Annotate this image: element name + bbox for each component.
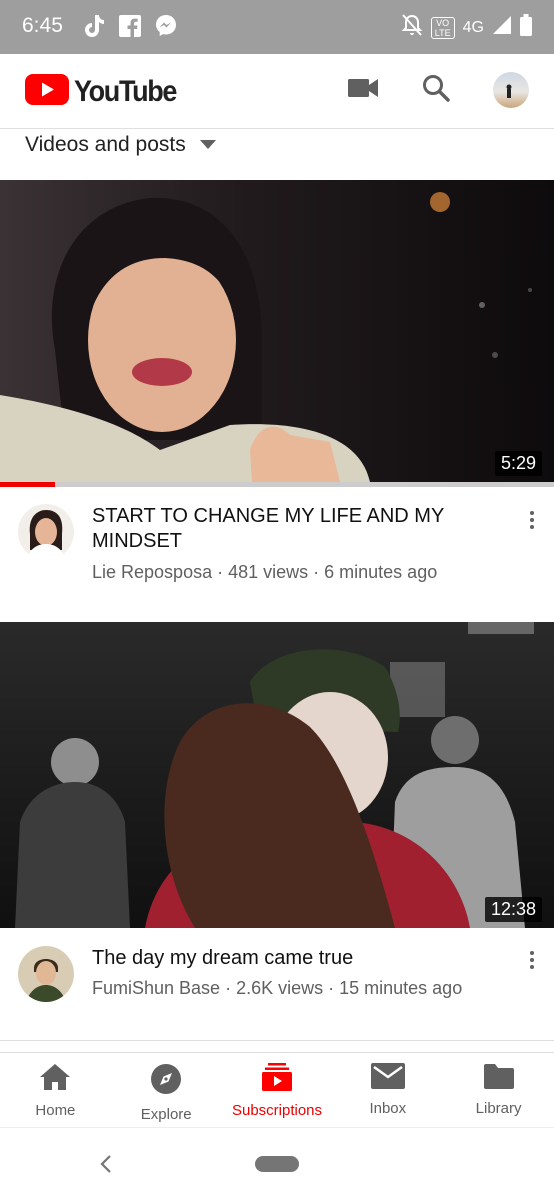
home-pill-button[interactable] [255, 1156, 299, 1172]
system-navigation-bar [0, 1127, 554, 1201]
nav-inbox-label: Inbox [369, 1100, 407, 1117]
watch-progress-bar [0, 482, 554, 487]
search-icon [422, 74, 450, 107]
video-camera-icon [348, 78, 378, 103]
more-vert-icon [530, 511, 534, 529]
youtube-logo[interactable]: YouTube [25, 74, 187, 110]
nav-library-label: Library [475, 1100, 522, 1117]
video-metadata: FumiShun Base · 2.6K views · 15 minutes … [92, 978, 462, 999]
status-bar: 6:45 VO LTE 4G [0, 0, 554, 54]
feed-divider [0, 1040, 554, 1041]
channel-name[interactable]: Lie Reposposa [92, 562, 212, 582]
volte-icon: VO LTE [430, 16, 455, 39]
channel-avatar[interactable] [18, 504, 74, 560]
thumbnail-image [0, 192, 532, 482]
meta-separator: · [212, 562, 229, 582]
nav-home-label: Home [35, 1102, 76, 1119]
upload-age: 6 minutes ago [324, 562, 438, 582]
upload-age: 15 minutes ago [339, 978, 463, 998]
thumbnail-image [15, 622, 534, 928]
dropdown-arrow-icon [199, 136, 216, 154]
video-title[interactable]: START TO CHANGE MY LIFE AND MY MINDSET [92, 504, 484, 554]
app-name: YouTube [74, 75, 177, 108]
meta-separator: · [308, 562, 325, 582]
status-time: 6:45 [22, 14, 63, 37]
subscriptions-icon [261, 1063, 292, 1096]
video-actions-menu-button[interactable] [522, 946, 542, 974]
search-button[interactable] [416, 70, 456, 110]
messenger-icon [154, 13, 178, 44]
account-avatar[interactable] [493, 72, 529, 108]
back-icon[interactable] [96, 1152, 116, 1181]
tiktok-icon [82, 13, 106, 44]
meta-separator: · [323, 978, 340, 998]
channel-name[interactable]: FumiShun Base [92, 978, 220, 998]
video-info: START TO CHANGE MY LIFE AND MY MINDSET L… [0, 488, 554, 598]
mail-icon [370, 1063, 405, 1094]
nav-library[interactable]: Library [443, 1053, 554, 1127]
nav-inbox[interactable]: Inbox [332, 1053, 443, 1127]
youtube-play-icon [25, 74, 69, 110]
video-thumbnail[interactable]: 12:38 [0, 622, 554, 928]
meta-separator: · [220, 978, 237, 998]
video-duration: 12:38 [484, 897, 542, 922]
video-info: The day my dream came true FumiShun Base… [0, 928, 554, 1038]
app-bar: YouTube [0, 54, 554, 129]
folder-icon [483, 1063, 514, 1094]
channel-avatar[interactable] [18, 946, 74, 1002]
view-count: 2.6K views [236, 978, 324, 998]
more-vert-icon [530, 951, 534, 969]
nav-subscriptions[interactable]: Subscriptions [222, 1053, 333, 1127]
bottom-navigation: Home Explore Subscriptions Inbox Library [0, 1052, 554, 1127]
facebook-icon [118, 13, 142, 44]
watch-progress-fill [0, 482, 56, 487]
video-thumbnail[interactable]: 5:29 [0, 180, 554, 482]
battery-icon [520, 14, 532, 41]
notifications-off-icon [401, 13, 423, 42]
upload-button[interactable] [343, 70, 383, 110]
video-title[interactable]: The day my dream came true [92, 946, 484, 971]
nav-home[interactable]: Home [0, 1053, 111, 1127]
video-metadata: Lie Reposposa · 481 views · 6 minutes ag… [92, 562, 437, 583]
video-duration: 5:29 [494, 451, 542, 476]
video-actions-menu-button[interactable] [522, 506, 542, 534]
network-type: 4G [462, 18, 484, 36]
nav-subscriptions-label: Subscriptions [231, 1102, 323, 1119]
nav-explore[interactable]: Explore [111, 1053, 222, 1127]
signal-icon [492, 15, 512, 40]
home-icon [39, 1063, 71, 1096]
compass-icon [150, 1063, 182, 1100]
filter-label: Videos and posts [25, 133, 186, 156]
nav-explore-label: Explore [140, 1106, 192, 1123]
view-count: 481 views [228, 562, 309, 582]
content-filter-dropdown[interactable]: Videos and posts [25, 130, 216, 160]
